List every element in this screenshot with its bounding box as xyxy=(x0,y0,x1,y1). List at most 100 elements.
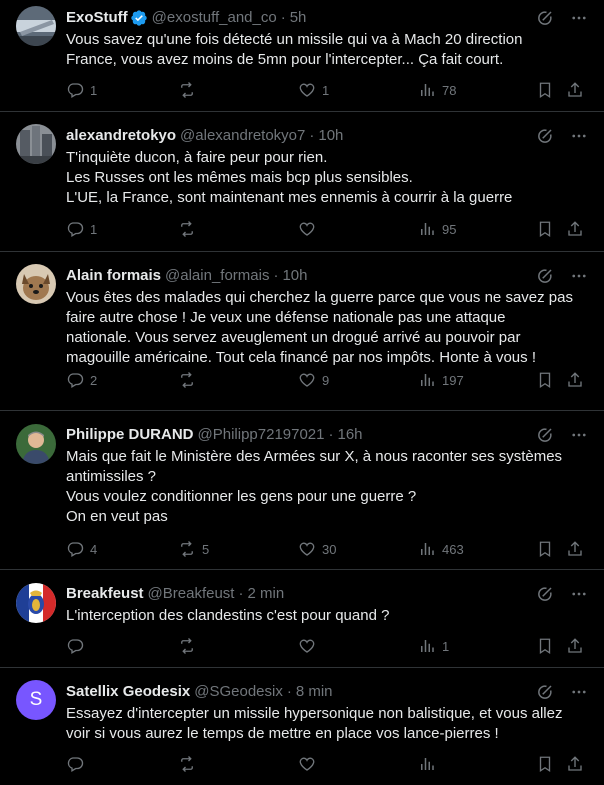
timestamp[interactable]: 10h xyxy=(318,126,343,146)
avatar[interactable] xyxy=(16,583,56,623)
retweet-button[interactable]: 5 xyxy=(178,540,209,558)
avatar[interactable] xyxy=(16,124,56,164)
avatar-letter: S xyxy=(29,689,43,710)
reply-button[interactable]: 1 xyxy=(66,220,97,238)
bookmark-icon xyxy=(539,541,551,558)
bookmark-icon xyxy=(539,82,551,99)
like-button[interactable] xyxy=(298,220,322,238)
author-handle[interactable]: @exostuff_and_co xyxy=(152,8,277,28)
bookmark-button[interactable] xyxy=(536,371,554,389)
share-button[interactable] xyxy=(566,637,584,655)
tweet[interactable]: Breakfeust @Breakfeust · 2 min L'interce… xyxy=(0,570,604,668)
bookmark-button[interactable] xyxy=(536,81,554,99)
retweet-button[interactable] xyxy=(178,220,202,238)
views-button[interactable]: 78 xyxy=(418,81,456,99)
grok-icon[interactable] xyxy=(536,585,554,603)
share-icon xyxy=(568,221,582,236)
more-icon[interactable] xyxy=(570,267,588,285)
views-button[interactable] xyxy=(418,755,442,773)
reply-button[interactable] xyxy=(66,755,90,773)
avatar[interactable]: S xyxy=(16,680,56,720)
like-button[interactable]: 9 xyxy=(298,371,329,389)
retweet-button[interactable] xyxy=(178,637,202,655)
reply-button[interactable]: 4 xyxy=(66,540,97,558)
more-icon[interactable] xyxy=(570,585,588,603)
author-handle[interactable]: @alain_formais xyxy=(165,266,269,286)
views-icon xyxy=(421,84,434,96)
views-button[interactable]: 463 xyxy=(418,540,464,558)
share-button[interactable] xyxy=(566,371,584,389)
author-name[interactable]: Alain formais xyxy=(66,266,161,286)
share-icon xyxy=(568,638,582,653)
bookmark-button[interactable] xyxy=(536,220,554,238)
tweet[interactable]: Philippe DURAND @Philipp72197021 · 16h M… xyxy=(0,411,604,570)
more-icon[interactable] xyxy=(570,9,588,27)
tweet[interactable]: ExoStuff @exostuff_and_co · 5h Vous save… xyxy=(0,0,604,112)
share-button[interactable] xyxy=(566,540,584,558)
views-count: 95 xyxy=(442,221,457,237)
views-button[interactable]: 197 xyxy=(418,371,464,389)
share-icon xyxy=(568,82,582,97)
more-icon[interactable] xyxy=(570,426,588,444)
tweet[interactable]: alexandretokyo @alexandretokyo7 · 10h T'… xyxy=(0,112,604,252)
author-handle[interactable]: @SGeodesix xyxy=(194,682,283,702)
retweet-button[interactable] xyxy=(178,81,202,99)
like-button[interactable] xyxy=(298,755,322,773)
avatar[interactable] xyxy=(16,6,56,46)
like-icon xyxy=(299,222,315,236)
reply-button[interactable] xyxy=(66,637,90,655)
timestamp[interactable]: 2 min xyxy=(247,584,284,604)
retweet-button[interactable] xyxy=(178,371,202,389)
views-button[interactable]: 95 xyxy=(418,220,456,238)
views-button[interactable]: 1 xyxy=(418,637,449,655)
grok-icon[interactable] xyxy=(536,267,554,285)
retweet-button[interactable] xyxy=(178,755,202,773)
author-name[interactable]: ExoStuff xyxy=(66,8,128,28)
author-name[interactable]: Satellix Geodesix xyxy=(66,682,190,702)
reply-button[interactable]: 2 xyxy=(66,371,97,389)
like-button[interactable]: 30 xyxy=(298,540,336,558)
bookmark-button[interactable] xyxy=(536,637,554,655)
avatar[interactable] xyxy=(16,424,56,464)
tweet[interactable]: Alain formais @alain_formais · 10h Vous … xyxy=(0,252,604,411)
reply-count: 2 xyxy=(90,372,98,388)
like-icon xyxy=(299,757,315,771)
author-handle[interactable]: @Breakfeust xyxy=(148,584,235,604)
retweet-count: 5 xyxy=(202,541,210,557)
separator-dot: · xyxy=(238,585,244,602)
grok-icon[interactable] xyxy=(536,9,554,27)
bookmark-button[interactable] xyxy=(536,540,554,558)
author-handle[interactable]: @Philipp72197021 xyxy=(198,425,325,445)
reply-icon xyxy=(67,757,84,772)
timestamp[interactable]: 5h xyxy=(290,8,307,28)
grok-icon[interactable] xyxy=(536,426,554,444)
retweet-icon xyxy=(181,756,193,772)
author-handle[interactable]: @alexandretokyo7 xyxy=(180,126,305,146)
views-count: 463 xyxy=(442,541,464,557)
author-name[interactable]: alexandretokyo xyxy=(66,126,176,146)
more-icon[interactable] xyxy=(570,683,588,701)
share-button[interactable] xyxy=(566,220,584,238)
timestamp[interactable]: 8 min xyxy=(296,682,333,702)
like-count: 1 xyxy=(322,82,330,98)
share-button[interactable] xyxy=(566,81,584,99)
like-button[interactable] xyxy=(298,637,322,655)
share-button[interactable] xyxy=(566,755,584,773)
timestamp[interactable]: 10h xyxy=(282,266,307,286)
bookmark-icon xyxy=(539,756,551,773)
avatar[interactable] xyxy=(16,264,56,304)
author-name[interactable]: Breakfeust xyxy=(66,584,144,604)
reply-icon xyxy=(67,542,84,557)
author-name[interactable]: Philippe DURAND xyxy=(66,425,194,445)
reply-button[interactable]: 1 xyxy=(66,81,97,99)
tweet[interactable]: S Satellix Geodesix @SGeodesix · 8 min E… xyxy=(0,668,604,785)
bookmark-button[interactable] xyxy=(536,755,554,773)
views-count: 78 xyxy=(442,82,457,98)
more-icon[interactable] xyxy=(570,127,588,145)
views-icon xyxy=(421,374,434,386)
grok-icon[interactable] xyxy=(536,683,554,701)
like-button[interactable]: 1 xyxy=(298,81,329,99)
grok-icon[interactable] xyxy=(536,127,554,145)
timestamp[interactable]: 16h xyxy=(338,425,363,445)
separator-dot: · xyxy=(280,9,286,26)
